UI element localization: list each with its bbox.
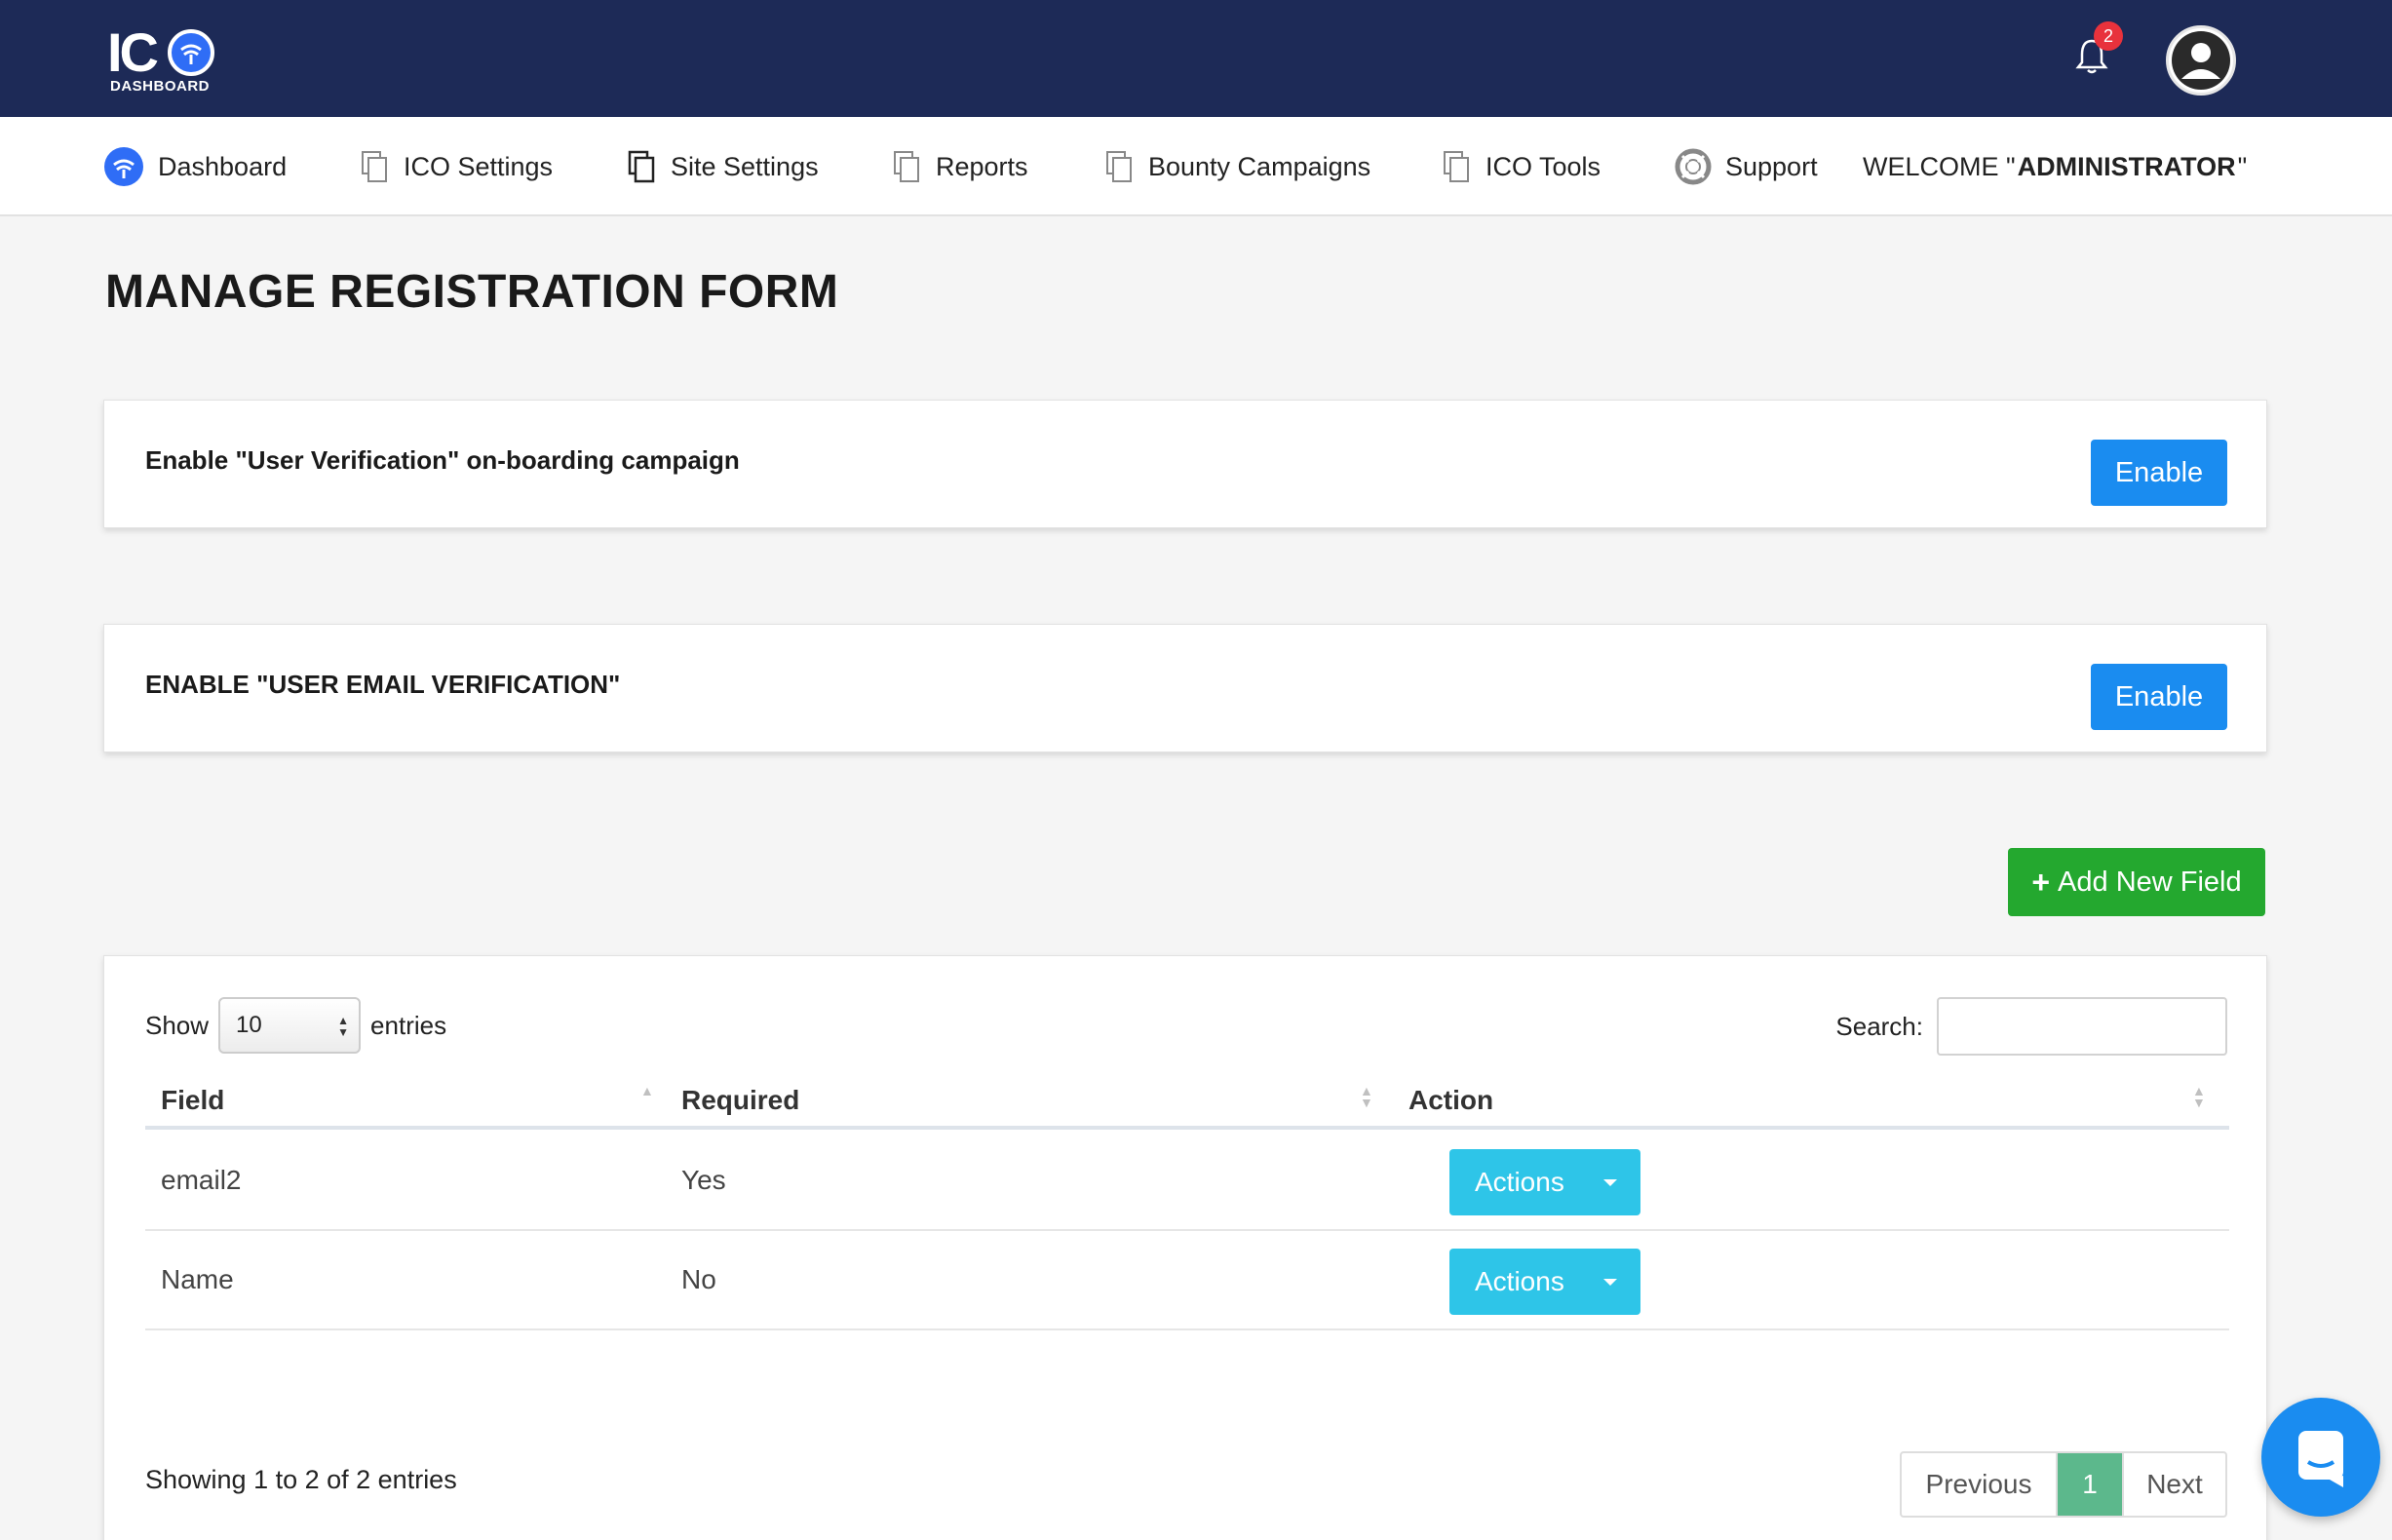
table-row: Name No Actions [145,1231,2229,1330]
add-new-field-button[interactable]: + Add New Field [2008,848,2265,916]
previous-page-button[interactable]: Previous [1902,1453,2058,1516]
sort-icon[interactable]: ▲ ▼ [2192,1084,2206,1109]
column-header-field[interactable]: Field [161,1073,224,1128]
welcome-message: WELCOME " ADMINISTRATOR " [1863,117,2247,216]
actions-label: Actions [1475,1167,1564,1197]
actions-label: Actions [1475,1266,1564,1296]
chat-launcher-button[interactable] [2261,1398,2380,1517]
logo-text: IC [107,21,159,83]
column-header-action[interactable]: Action [1408,1073,1493,1128]
welcome-username: ADMINISTRATOR [2017,151,2236,181]
enable-user-verification-button[interactable]: Enable [2091,440,2227,506]
main-nav: Dashboard ICO Settings Site Settings Rep… [0,117,2392,216]
brand-logo[interactable]: IC DASHBOARD [107,21,224,95]
nav-label: Site Settings [671,151,819,181]
entries-label: entries [370,1010,447,1040]
cell-required: Yes [681,1165,726,1195]
nav-item-site-settings[interactable]: Site Settings [628,117,819,216]
user-avatar[interactable] [2166,25,2236,96]
caret-down-icon [1603,1278,1617,1286]
page-1-button[interactable]: 1 [2058,1453,2122,1516]
email-verification-card: ENABLE "USER EMAIL VERIFICATION" Enable [103,624,2267,752]
plus-icon: + [2031,864,2051,900]
actions-dropdown-button[interactable]: Actions [1449,1249,1640,1315]
show-label: Show [145,1010,210,1040]
nav-item-ico-settings[interactable]: ICO Settings [361,117,553,216]
notification-badge: 2 [2094,21,2123,51]
chat-icon [2298,1431,2343,1487]
add-new-field-label: Add New Field [2058,866,2242,898]
cell-field: email2 [161,1165,242,1195]
copy-icon [1444,151,1469,182]
nav-label: Support [1725,151,1818,181]
wifi-circle-icon [104,147,143,186]
nav-item-dashboard[interactable]: Dashboard [103,117,287,216]
search-input[interactable] [1937,997,2227,1056]
next-page-button[interactable]: Next [2122,1453,2225,1516]
fields-table-card: Show 10 ▲ ▼ entries Search: Field ▲ Requi… [103,955,2267,1540]
sort-icon[interactable]: ▲ ▼ [1360,1084,1373,1109]
nav-item-bounty-campaigns[interactable]: Bounty Campaigns [1105,117,1370,216]
page-title: MANAGE REGISTRATION FORM [105,266,839,318]
caret-down-icon [1603,1178,1617,1186]
table-search: Search: [1835,997,2227,1056]
search-label: Search: [1835,1011,1923,1041]
pagination: Previous 1 Next [1900,1451,2227,1518]
logo-wifi-icon [168,29,214,76]
table-info: Showing 1 to 2 of 2 entries [145,1465,457,1494]
welcome-prefix: WELCOME " [1863,151,2016,181]
user-verification-card: Enable "User Verification" on-boarding c… [103,400,2267,528]
table-header: Field ▲ Required ▲ ▼ Action ▲ ▼ [145,1073,2229,1130]
actions-dropdown-button[interactable]: Actions [1449,1149,1640,1215]
nav-label: Bounty Campaigns [1148,151,1371,181]
table-row: email2 Yes Actions [145,1132,2229,1231]
copy-icon [1106,151,1132,182]
nav-label: ICO Tools [1485,151,1601,181]
nav-label: ICO Settings [404,151,554,181]
email-verification-text: ENABLE "USER EMAIL VERIFICATION" [145,670,621,699]
lifebuoy-icon [1675,148,1712,185]
nav-item-reports[interactable]: Reports [893,117,1028,216]
nav-item-ico-tools[interactable]: ICO Tools [1443,117,1601,216]
copy-icon [628,150,655,183]
column-header-required[interactable]: Required [681,1073,799,1128]
page-size-control: Show 10 ▲ ▼ entries [145,997,446,1054]
sort-asc-icon[interactable]: ▲ [640,1084,654,1097]
page-size-select[interactable]: 10 ▲ ▼ [218,997,362,1054]
copy-icon [894,151,919,182]
nav-label: Reports [936,151,1028,181]
logo-subtext: DASHBOARD [110,78,210,95]
nav-item-support[interactable]: Support [1675,117,1818,216]
welcome-suffix: " [2237,151,2248,181]
user-verification-text: Enable "User Verification" on-boarding c… [145,445,740,475]
copy-icon [362,151,387,182]
nav-label: Dashboard [158,151,288,181]
select-arrows-icon: ▲ ▼ [337,1014,350,1039]
enable-email-verification-button[interactable]: Enable [2091,664,2227,730]
cell-required: No [681,1264,716,1294]
cell-field: Name [161,1264,234,1294]
top-bar: IC DASHBOARD 2 [0,0,2392,117]
page-size-value: 10 [236,1012,262,1038]
